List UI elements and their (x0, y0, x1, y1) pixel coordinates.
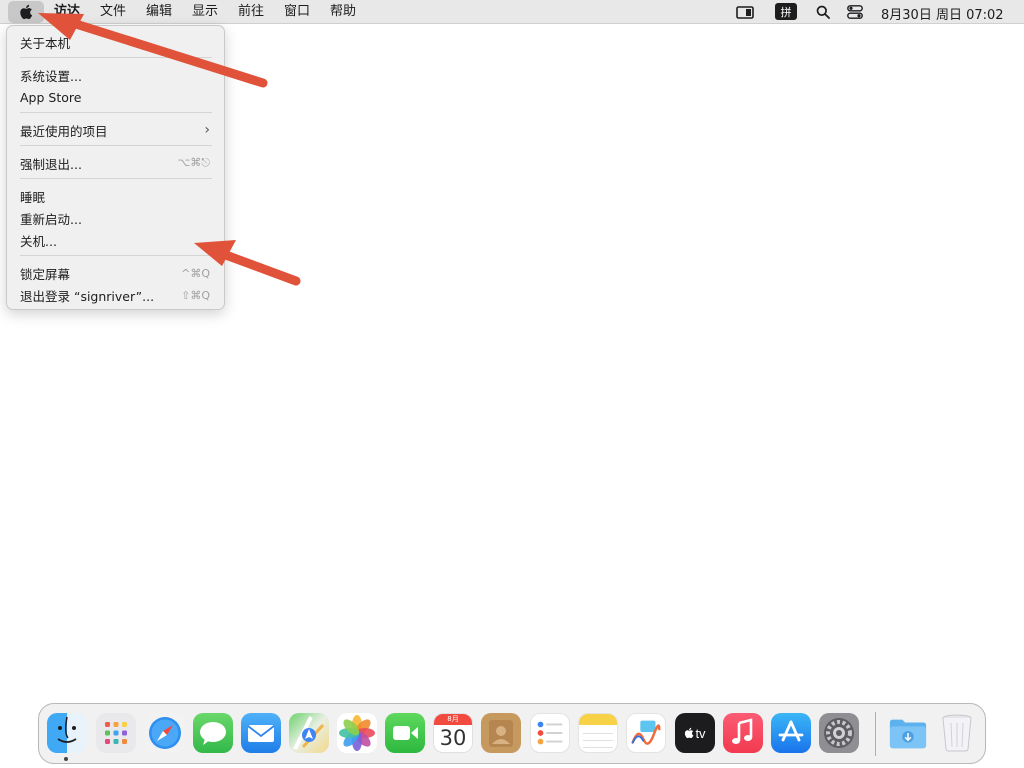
menu-item-label: 锁定屏幕 (20, 266, 71, 282)
facetime-icon[interactable] (385, 713, 425, 753)
freeform-icon[interactable] (626, 713, 666, 753)
menu-item-about-this-mac[interactable]: 关于本机 (7, 31, 224, 53)
menu-go[interactable]: 前往 (238, 4, 264, 20)
menu-item-label: 系统设置... (20, 68, 82, 84)
menu-item-system-settings[interactable]: 系统设置... (7, 64, 224, 86)
menu-item-shortcut: ⇧⌘Q (181, 288, 210, 302)
app-store-icon[interactable] (771, 713, 811, 753)
menu-item-label: 睡眠 (20, 189, 46, 205)
launchpad-icon[interactable] (96, 713, 136, 753)
menu-separator (20, 145, 212, 146)
system-settings-icon[interactable] (819, 713, 859, 753)
dock: 8月 30 tv (38, 703, 986, 764)
screen-mirroring-icon[interactable] (735, 4, 755, 20)
menu-item-label: App Store (20, 89, 82, 105)
calendar-day: 30 (439, 726, 467, 750)
menu-app-name[interactable]: 访达 (54, 4, 80, 20)
input-method-label: 拼 (780, 5, 792, 19)
control-center-icon[interactable] (846, 4, 864, 20)
messages-icon[interactable] (193, 713, 233, 753)
menu-item-restart[interactable]: 重新启动... (7, 207, 224, 229)
mail-icon[interactable] (241, 713, 281, 753)
notes-icon[interactable] (578, 713, 618, 753)
menu-separator (20, 178, 212, 179)
input-method-icon[interactable]: 拼 (775, 3, 797, 20)
menu-item-sleep[interactable]: 睡眠 (7, 185, 224, 207)
apple-menu-dropdown: 关于本机 系统设置... App Store 最近使用的项目 › 强制退出...… (6, 25, 225, 310)
calendar-month: 8月 (434, 714, 472, 725)
dock-separator (875, 712, 876, 756)
music-icon[interactable] (723, 713, 763, 753)
menu-separator (20, 57, 212, 58)
menu-item-label: 最近使用的项目 (20, 123, 108, 139)
maps-icon[interactable] (289, 713, 329, 753)
menu-item-label: 重新启动... (20, 211, 82, 227)
apple-icon (20, 4, 33, 20)
apple-tv-label: tv (695, 725, 706, 741)
menu-separator (20, 255, 212, 256)
apple-tv-icon[interactable]: tv (675, 713, 715, 753)
menu-item-label: 强制退出... (20, 156, 82, 172)
menu-item-force-quit[interactable]: 强制退出... ⌥⌘⎋ (7, 152, 224, 174)
finder-icon[interactable] (47, 713, 87, 753)
menu-separator (20, 112, 212, 113)
menubar-clock[interactable]: 8月30日 周日 07:02 (881, 4, 1004, 23)
reminders-icon[interactable] (530, 713, 570, 753)
chevron-right-icon: › (204, 122, 210, 138)
apple-menu-button[interactable] (8, 1, 44, 23)
contacts-icon[interactable] (481, 713, 521, 753)
menu-item-recent-items[interactable]: 最近使用的项目 › (7, 119, 224, 141)
downloads-folder-icon[interactable] (888, 713, 928, 753)
menu-view[interactable]: 显示 (192, 4, 218, 20)
menu-file[interactable]: 文件 (100, 4, 126, 20)
menu-window[interactable]: 窗口 (284, 4, 310, 20)
menu-item-app-store[interactable]: App Store (7, 86, 224, 108)
menu-edit[interactable]: 编辑 (146, 4, 172, 20)
search-icon[interactable] (815, 4, 831, 20)
menu-item-label: 关机... (20, 233, 57, 249)
menu-item-label: 关于本机 (20, 35, 71, 51)
menu-item-lock-screen[interactable]: 锁定屏幕 ^⌘Q (7, 262, 224, 284)
menu-item-shortcut: ⌥⌘⎋ (177, 156, 210, 169)
apple-logo-icon (685, 727, 694, 739)
calendar-icon[interactable]: 8月 30 (433, 713, 473, 753)
photos-icon[interactable] (337, 713, 377, 753)
finder-running-indicator (64, 757, 68, 761)
trash-icon[interactable] (937, 713, 977, 753)
menu-bar: 访达 文件 编辑 显示 前往 窗口 帮助 拼 8月30日 周日 07:02 (0, 0, 1024, 24)
menu-help[interactable]: 帮助 (330, 4, 356, 20)
menu-item-shut-down[interactable]: 关机... (7, 229, 224, 251)
menu-item-shortcut: ^⌘Q (181, 266, 210, 280)
menu-item-label: 退出登录 “signriver”... (20, 288, 155, 304)
menu-item-log-out[interactable]: 退出登录 “signriver”... ⇧⌘Q (7, 284, 224, 306)
safari-icon[interactable] (145, 713, 185, 753)
